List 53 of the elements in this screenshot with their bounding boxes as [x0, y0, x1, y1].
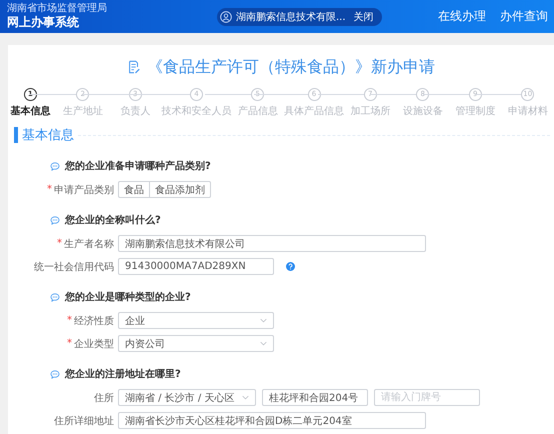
input-field[interactable]: 请输入门牌号 [374, 389, 480, 406]
field-label: 住所 [94, 392, 114, 404]
step-label[interactable]: 申请材料 [508, 104, 548, 118]
dropdown[interactable]: 湖南省 / 长沙市 / 天心区 [118, 389, 256, 406]
input-field[interactable]: 湖南鹏索信息技术有限公司 [118, 235, 426, 252]
step-label[interactable]: 加工场所 [350, 104, 390, 118]
question-text: 您的企业准备申请哪种产品类别? [65, 160, 211, 173]
segment-option[interactable]: 食品添加剂 [150, 181, 211, 198]
user-name: 湖南鹏索信息技术有限... [236, 10, 346, 24]
input-field[interactable]: 桂花坪和合园204号 [262, 389, 368, 406]
field-label: 生产者名称 [64, 238, 114, 250]
chat-bubble-icon [50, 370, 60, 378]
step-label[interactable]: 负责人 [120, 104, 150, 118]
required-mark: * [57, 238, 62, 249]
question-text: 您的企业是哪种类型的企业? [65, 290, 191, 304]
question-text: 您企业的注册地址在哪里? [65, 367, 181, 381]
field-label: 统一社会信用代码 [34, 260, 114, 274]
step-label[interactable]: 具体产品信息 [284, 104, 344, 118]
field-label: 企业类型 [74, 338, 114, 350]
step-label[interactable]: 技术和安全人员 [162, 104, 232, 118]
input-field[interactable]: 湖南省长沙市天心区桂花坪和合园D栋二单元204室 [118, 412, 426, 429]
field-label: 经济性质 [74, 314, 114, 328]
required-mark: * [67, 315, 72, 326]
nav-link[interactable]: 在线办理 [438, 8, 486, 25]
dropdown[interactable]: 企业 [118, 312, 274, 329]
chat-bubble-icon [50, 292, 60, 302]
step-label[interactable]: 基本信息 [10, 104, 50, 118]
dropdown[interactable]: 内资公司 [118, 335, 274, 352]
required-mark: * [67, 338, 72, 349]
help-icon[interactable] [286, 262, 295, 271]
field-label: 申请产品类别 [54, 184, 114, 196]
field-label: 住所详细地址 [54, 414, 114, 428]
system-name: 网上办事系统 [7, 15, 80, 30]
step-label[interactable]: 设施设备 [402, 104, 443, 118]
step-label[interactable]: 生产地址 [62, 104, 103, 118]
organization-name: 湖南省市场监督管理局 [7, 3, 108, 15]
required-mark: * [47, 184, 52, 195]
question-text: 您企业的全称叫什么? [65, 214, 161, 227]
step-label[interactable]: 产品信息 [238, 104, 278, 118]
close-link[interactable]: 关闭 [354, 10, 374, 24]
page-title: 《食品生产许可（特殊食品）》新办申请 [147, 56, 435, 78]
document-edit-icon [127, 60, 141, 74]
chevron-down-icon [242, 395, 249, 400]
segment-option[interactable]: 食品 [118, 181, 150, 198]
chevron-down-icon [260, 318, 267, 323]
chat-bubble-icon [50, 162, 60, 170]
chevron-down-icon [260, 341, 267, 346]
step-label[interactable]: 管理制度 [455, 104, 496, 118]
nav-link[interactable]: 办件查询 [500, 8, 548, 25]
chat-bubble-icon [50, 216, 60, 224]
user-icon [220, 10, 232, 22]
section-title: 基本信息 [22, 127, 74, 144]
input-field[interactable]: 91430000MA7AD289XN [118, 258, 274, 275]
